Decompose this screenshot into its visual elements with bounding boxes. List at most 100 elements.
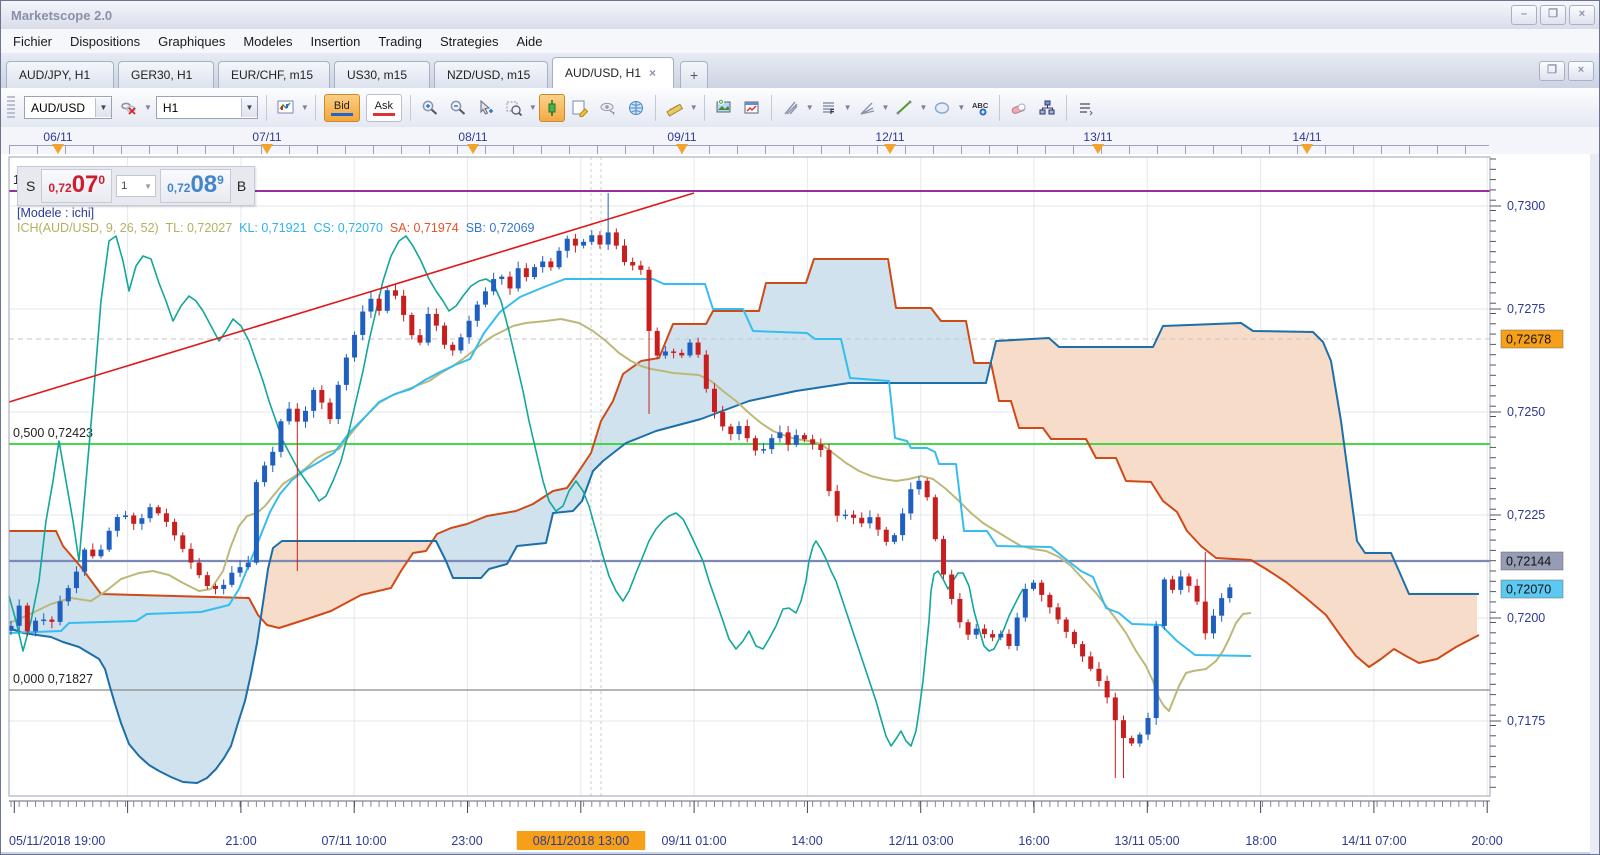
fibonacci-icon-dropdown[interactable]: ▼ — [844, 103, 852, 112]
gann-fan-icon-dropdown[interactable]: ▼ — [882, 103, 890, 112]
zoom-out-icon[interactable] — [445, 94, 471, 122]
chart-window-icon[interactable] — [739, 94, 765, 122]
period-select[interactable]: H1 ▼ — [155, 96, 258, 119]
menu-item-aide[interactable]: Aide — [509, 31, 551, 52]
toolbar-grip[interactable] — [7, 95, 15, 120]
buy-price-button[interactable]: 0,72 08 9 — [160, 169, 231, 203]
svg-text:0,7225: 0,7225 — [1507, 508, 1545, 522]
restore-button[interactable]: ❐ — [1540, 5, 1566, 25]
fibonacci-icon[interactable]: F — [816, 94, 842, 122]
svg-text:0,7275: 0,7275 — [1507, 302, 1545, 316]
price-chart[interactable]: 1,000 0,730190,500 0,724230,000 0,718270… — [1, 154, 1600, 855]
date-label: 14/11 — [1292, 130, 1322, 144]
bid-button-label: Bid — [333, 99, 350, 112]
trendline-icon[interactable] — [891, 94, 917, 122]
sell-label: S — [26, 178, 36, 194]
tab-label: AUD/JPY, H1 — [19, 68, 91, 82]
menu-item-fichier[interactable]: Fichier — [5, 31, 60, 52]
chart-area[interactable]: 1,000 0,730190,500 0,724230,000 0,718270… — [1, 154, 1600, 855]
date-marker-icon — [52, 144, 64, 154]
auto-scroll-icon[interactable] — [595, 94, 621, 122]
date-label: 12/11 — [875, 130, 905, 144]
ask-button-underline — [372, 112, 395, 116]
menu-item-modeles[interactable]: Modeles — [235, 31, 300, 52]
tab-nzd-usd-m15[interactable]: NZD/USD, m15 — [434, 61, 548, 88]
web-link-icon[interactable] — [623, 94, 649, 122]
legend-part: KL: 0,71921 — [232, 221, 307, 235]
close-button[interactable]: × — [1569, 5, 1595, 25]
svg-text:08/11/2018 13:00: 08/11/2018 13:00 — [533, 834, 629, 848]
tab-us30-m15[interactable]: US30, m15 — [334, 61, 430, 88]
chevron-down-icon[interactable]: ▼ — [240, 98, 257, 117]
svg-text:16:00: 16:00 — [1018, 834, 1049, 848]
svg-text:0,72678: 0,72678 — [1506, 333, 1551, 347]
sell-price-button[interactable]: 0,72 07 0 — [41, 169, 113, 203]
tab-eur-chf-m15[interactable]: EUR/CHF, m15 — [218, 61, 330, 88]
tab-label: GER30, H1 — [131, 68, 193, 82]
svg-text:0,7300: 0,7300 — [1507, 199, 1545, 213]
tab-label: EUR/CHF, m15 — [231, 68, 314, 82]
pointer-add-icon[interactable] — [473, 94, 499, 122]
tab-ger30-h1[interactable]: GER30, H1 — [118, 61, 214, 88]
pitchfork-icon[interactable] — [778, 94, 804, 122]
tab-aud-usd-h1[interactable]: AUD/USD, H1 × — [552, 57, 674, 88]
zoom-in-icon[interactable] — [417, 94, 443, 122]
zoom-box-icon[interactable] — [501, 94, 527, 122]
ellipse-icon[interactable] — [929, 94, 955, 122]
date-marker-icon — [676, 144, 688, 154]
chart-type-icon-dropdown[interactable]: ▼ — [301, 103, 309, 112]
svg-text:0,7250: 0,7250 — [1507, 405, 1545, 419]
zoom-box-icon-dropdown[interactable]: ▼ — [529, 103, 537, 112]
period-select-value: H1 — [162, 100, 179, 115]
menu-item-graphiques[interactable]: Graphiques — [150, 31, 233, 52]
bid-button-underline — [330, 112, 353, 116]
candle-tool-icon[interactable] — [538, 93, 565, 122]
svg-text:14:00: 14:00 — [791, 834, 822, 848]
svg-text:12/11 03:00: 12/11 03:00 — [888, 834, 953, 848]
text-label-icon[interactable]: ABC — [967, 94, 993, 122]
legend-part: ICH(AUD/USD, 9, 26, 52) — [17, 221, 159, 235]
svg-text:23:00: 23:00 — [451, 834, 482, 848]
eraser-icon[interactable] — [1006, 94, 1032, 122]
menu-item-dispositions[interactable]: Dispositions — [62, 31, 148, 52]
date-label: 09/11 — [667, 130, 697, 144]
ask-button[interactable]: Ask — [365, 93, 402, 122]
date-label: 07/11 — [252, 130, 282, 144]
ruler-icon[interactable] — [662, 94, 688, 122]
ichimoku-legend: ICH(AUD/USD, 9, 26, 52) TL: 0,72027 KL: … — [17, 221, 535, 235]
date-label: 13/11 — [1083, 130, 1113, 144]
ruler-icon-dropdown[interactable]: ▼ — [690, 103, 698, 112]
date-marker-icon — [884, 144, 896, 154]
svg-text:F: F — [830, 109, 835, 116]
menu-item-strategies[interactable]: Strategies — [432, 31, 507, 52]
model-label: [Modele : ichi] — [17, 206, 95, 220]
tab-close-button[interactable]: × — [1568, 61, 1594, 81]
bid-button[interactable]: Bid — [323, 93, 360, 122]
chart-type-icon[interactable] — [273, 94, 299, 122]
minimize-button[interactable]: – — [1511, 5, 1537, 25]
tab-close-icon[interactable]: × — [649, 66, 656, 80]
edit-note-icon[interactable] — [567, 94, 593, 122]
trendline-icon-dropdown[interactable]: ▼ — [919, 103, 927, 112]
menu-item-trading[interactable]: Trading — [370, 31, 430, 52]
object-tree-icon[interactable] — [1034, 94, 1060, 122]
unlink-icon-dropdown[interactable]: ▼ — [144, 103, 152, 112]
symbol-select[interactable]: AUD/USD ▼ — [24, 96, 112, 119]
menu-item-insertion[interactable]: Insertion — [302, 31, 368, 52]
ellipse-icon-dropdown[interactable]: ▼ — [957, 103, 965, 112]
pitchfork-icon-dropdown[interactable]: ▼ — [806, 103, 814, 112]
tab-aud-jpy-h1[interactable]: AUD/JPY, H1 — [6, 61, 114, 88]
amount-input[interactable]: 1 ▼ — [116, 175, 157, 197]
more-tools-icon[interactable] — [1073, 94, 1099, 122]
svg-text:18:00: 18:00 — [1245, 834, 1276, 848]
tab-restore-button[interactable]: ❐ — [1539, 61, 1565, 81]
new-tab-button[interactable]: + — [680, 61, 709, 88]
legend-part: SB: 0,72069 — [458, 221, 535, 235]
unlink-icon[interactable] — [116, 94, 142, 122]
date-marker-icon — [1301, 144, 1313, 154]
tab-label: NZD/USD, m15 — [447, 68, 531, 82]
add-image-icon[interactable] — [711, 94, 737, 122]
gann-fan-icon[interactable] — [854, 94, 880, 122]
amount-dropdown-icon[interactable]: ▼ — [144, 182, 155, 191]
chevron-down-icon[interactable]: ▼ — [95, 98, 111, 117]
